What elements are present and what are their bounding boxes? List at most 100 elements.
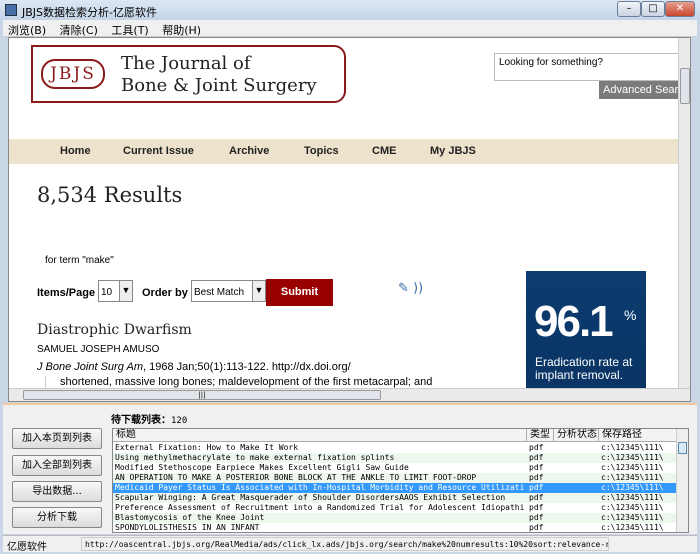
status-bar: 亿愿软件 http://oascentral.jbjs.org/RealMedi… <box>3 535 697 553</box>
table-row[interactable]: Blastomycosis of the Knee Joint pdf c:\123… <box>113 513 677 523</box>
cell-type: pdf <box>529 493 544 502</box>
cell-title: Medicaid Payer Status Is Associated with… <box>115 483 525 492</box>
cell-title: Using methylmethacrylate to make externa… <box>115 453 395 462</box>
col-title[interactable]: 标题 <box>113 429 527 442</box>
table-row[interactable]: AN OPERATION TO MAKE A POSTERIOR BONE BL… <box>113 473 677 483</box>
advanced-search-button[interactable]: Advanced Search <box>599 81 679 99</box>
cell-path: c:\12345\111\ <box>601 473 664 482</box>
advertisement[interactable]: 96.1 % Eradication rate at implant remova… <box>526 271 646 389</box>
title-bar: JBJS数据检索分析-亿愿软件 – □ ✕ <box>0 0 700 20</box>
table-row[interactable]: Medicaid Payer Status Is Associated with… <box>113 483 677 493</box>
table-row[interactable]: External Fixation: How to Make It Work pd… <box>113 443 677 453</box>
chevron-down-icon: ▼ <box>119 281 132 301</box>
analyze-download-button[interactable]: 分析下载 <box>12 507 102 528</box>
submit-button[interactable]: Submit <box>266 279 333 306</box>
scroll-thumb[interactable]: ||| <box>23 390 381 400</box>
chevron-down-icon: ▼ <box>252 281 265 301</box>
col-status[interactable]: 分析状态 <box>554 429 599 442</box>
export-button[interactable]: 导出数据... <box>12 481 102 502</box>
items-value: 10 <box>101 287 113 298</box>
add-page-button[interactable]: 加入本页到列表 <box>12 428 102 449</box>
window-title: JBJS数据检索分析-亿愿软件 <box>22 6 157 19</box>
ad-line2: implant removal. <box>535 368 624 382</box>
order-by-select[interactable]: Best Match ▼ <box>191 280 266 302</box>
logo-mono: JBJS <box>41 59 105 89</box>
cell-title: External Fixation: How to Make It Work <box>115 443 299 452</box>
cell-title: SPONDYLOLISTHESIS IN AN INFANT <box>115 523 260 532</box>
table-row[interactable]: Modified Stethoscope Earpiece Makes Exce… <box>113 463 677 473</box>
cell-title: Preference Assessment of Recruitment int… <box>115 503 525 512</box>
cell-path: c:\12345\111\ <box>601 523 664 532</box>
cell-title: Scapular Winging: A Great Masquerader of… <box>115 493 506 502</box>
minimize-button[interactable]: – <box>617 1 641 17</box>
menu-bar: 浏览(B) 清除(C) 工具(T) 帮助(H) <box>3 20 697 37</box>
order-value: Best Match <box>194 287 245 298</box>
table-row[interactable]: Scapular Winging: A Great Masquerader of… <box>113 493 677 503</box>
table-row[interactable]: SPONDYLOLISTHESIS IN AN INFANT pdf c:\1234… <box>113 523 677 532</box>
col-type[interactable]: 类型 <box>527 429 554 442</box>
cell-path: c:\12345\111\ <box>601 443 664 452</box>
article-citation: J Bone Joint Surg Am, 1968 Jan;50(1):113… <box>37 361 351 373</box>
order-by-label: Order by <box>142 287 188 299</box>
article-title[interactable]: Diastrophic Dwarfism <box>37 322 192 338</box>
cell-type: pdf <box>529 443 544 452</box>
cell-path: c:\12345\111\ <box>601 503 664 512</box>
table-row[interactable]: Using methylmethacrylate to make externa… <box>113 453 677 463</box>
logo-line2: Bone & Joint Surgery <box>121 75 317 96</box>
cell-title: Blastomycosis of the Knee Joint <box>115 513 265 522</box>
cell-title: AN OPERATION TO MAKE A POSTERIOR BONE BL… <box>115 473 477 482</box>
nav-archive[interactable]: Archive <box>229 145 269 157</box>
cell-type: pdf <box>529 473 544 482</box>
cell-path: c:\12345\111\ <box>601 493 664 502</box>
cell-path: c:\12345\111\ <box>601 513 664 522</box>
nav-home[interactable]: Home <box>60 145 91 157</box>
cell-type: pdf <box>529 513 544 522</box>
items-per-page-select[interactable]: 10 ▼ <box>98 280 133 302</box>
cell-type: pdf <box>529 523 544 532</box>
pencil-icon[interactable]: ✎ <box>398 281 409 296</box>
journal-name: J Bone Joint Surg Am <box>37 361 143 373</box>
cell-type: pdf <box>529 463 544 472</box>
jbjs-logo[interactable]: JBJS The Journal of Bone & Joint Surgery <box>31 45 346 103</box>
cell-path: c:\12345\111\ <box>601 483 664 492</box>
ad-percent: % <box>624 307 637 323</box>
results-count: 8,534 Results <box>37 183 183 207</box>
horizontal-scrollbar[interactable]: ||| <box>9 388 690 401</box>
browser-view: JBJS The Journal of Bone & Joint Surgery … <box>8 37 691 402</box>
nav-current-issue[interactable]: Current Issue <box>123 145 194 157</box>
logo-line1: The Journal of <box>121 53 251 74</box>
search-term: for term "make" <box>45 255 114 266</box>
cell-path: c:\12345\111\ <box>601 453 664 462</box>
col-path[interactable]: 保存路径 <box>599 429 677 442</box>
table-row[interactable]: Preference Assessment of Recruitment int… <box>113 503 677 513</box>
cell-type: pdf <box>529 453 544 462</box>
ad-value: 96.1 <box>534 297 614 346</box>
cell-type: pdf <box>529 483 544 492</box>
site-nav: Home Current Issue Archive Topics CME My… <box>9 139 679 164</box>
app-icon <box>5 4 17 16</box>
download-list[interactable]: 标题 类型 分析状态 保存路径 External Fixation: How t… <box>112 428 689 533</box>
add-all-button[interactable]: 加入全部到列表 <box>12 455 102 476</box>
search-input[interactable]: Looking for something? <box>494 53 679 81</box>
scroll-thumb[interactable] <box>678 442 687 454</box>
cell-title: Modified Stethoscope Earpiece Makes Exce… <box>115 463 409 472</box>
maximize-button[interactable]: □ <box>641 1 665 17</box>
status-url: http://oascentral.jbjs.org/RealMedia/ads… <box>81 537 609 551</box>
download-panel: 加入本页到列表 加入全部到列表 导出数据... 分析下载 待下载列表：120 标… <box>3 403 697 534</box>
cell-path: c:\12345\111\ <box>601 463 664 472</box>
list-scrollbar[interactable] <box>676 429 688 532</box>
rss-icon[interactable]: )) <box>413 281 423 296</box>
list-header: 标题 类型 分析状态 保存路径 <box>113 429 677 442</box>
article-author: SAMUEL JOSEPH AMUSO <box>37 344 160 355</box>
nav-my-jbjs[interactable]: My JBJS <box>430 145 476 157</box>
scroll-thumb[interactable] <box>680 68 690 104</box>
nav-topics[interactable]: Topics <box>304 145 339 157</box>
vertical-scrollbar[interactable] <box>678 38 690 389</box>
items-per-page-label: Items/Page <box>37 287 96 299</box>
cell-type: pdf <box>529 503 544 512</box>
citation-text: , 1968 Jan;50(1):113-122. http://dx.doi.… <box>142 361 351 373</box>
nav-cme[interactable]: CME <box>372 145 396 157</box>
close-button[interactable]: ✕ <box>665 1 695 17</box>
status-app: 亿愿软件 <box>7 542 47 553</box>
queue-label: 待下载列表：120 <box>111 411 187 426</box>
